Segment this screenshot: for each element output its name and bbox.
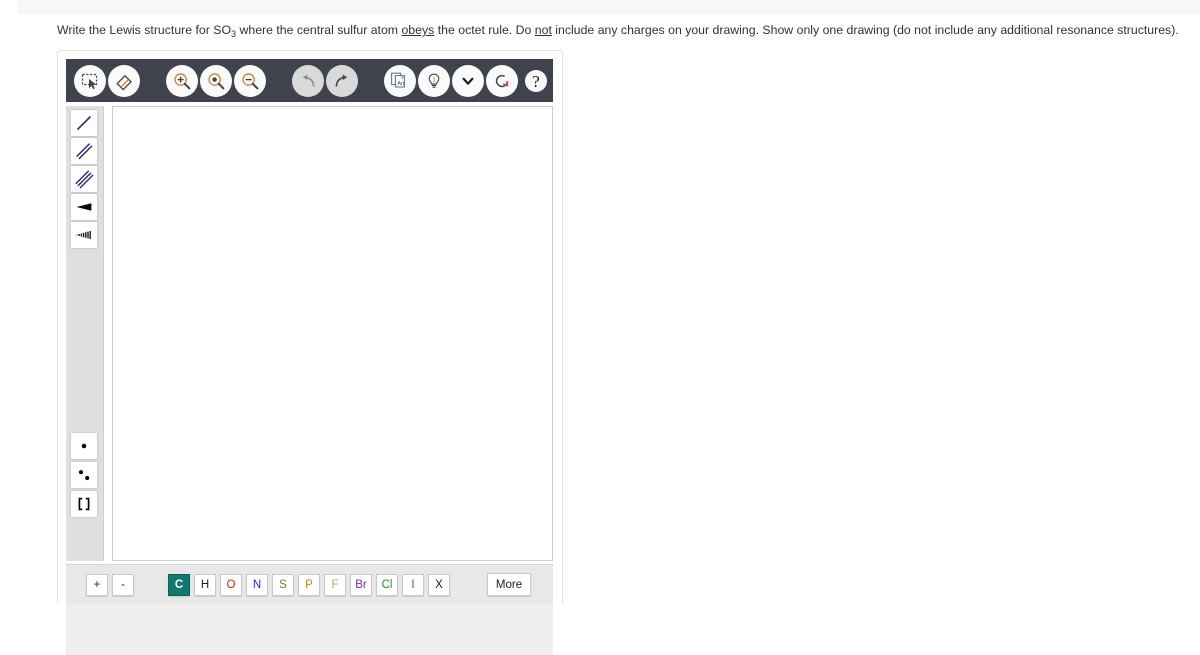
zoom-out-icon [240, 71, 260, 91]
editor-toolbar: An ? [66, 59, 553, 102]
select-lasso-icon [80, 71, 100, 91]
page-top-band [18, 0, 1200, 14]
lone-pair-icon [74, 465, 94, 485]
brackets-tool[interactable] [71, 491, 97, 517]
question-underline-not: not [534, 23, 552, 37]
brackets-icon [74, 494, 94, 514]
question-underline-obeys: obeys [401, 23, 435, 37]
single-bond-icon [74, 113, 94, 133]
question-subscript: 3 [231, 29, 237, 39]
hash-bond-tool[interactable] [71, 222, 97, 248]
undo-icon [298, 71, 318, 91]
double-bond-icon [74, 141, 94, 161]
template-document-icon: An [389, 70, 410, 91]
zoom-in-icon [172, 71, 192, 91]
select-lasso-button[interactable] [74, 64, 107, 97]
element-button-p[interactable]: P [298, 573, 320, 596]
question-text-part4: include any charges on your drawing. Sho… [551, 23, 1179, 37]
help-button[interactable]: ? [520, 65, 552, 97]
question-text-part1: Write the Lewis structure for SO [57, 23, 232, 37]
molecule-drawing-editor: An ? + - C H O N S P F Br Cl I X More [57, 50, 563, 655]
template-document-button[interactable]: An [383, 64, 416, 97]
more-options-button[interactable] [451, 64, 484, 97]
hash-bond-icon [74, 225, 94, 245]
reset-refresh-icon [492, 71, 512, 91]
redo-icon [332, 71, 352, 91]
help-question-icon: ? [524, 69, 548, 93]
chevron-down-icon [458, 71, 478, 91]
hint-lightbulb-button[interactable] [417, 64, 450, 97]
zoom-fit-icon [206, 71, 226, 91]
element-button-o[interactable]: O [220, 573, 242, 596]
triple-bond-icon [74, 169, 94, 189]
wedge-bond-icon [74, 197, 94, 217]
reset-button[interactable] [485, 64, 518, 97]
element-button-s[interactable]: S [272, 573, 294, 596]
lone-pair-tool[interactable] [71, 462, 97, 488]
single-electron-tool[interactable] [71, 433, 97, 459]
lightbulb-icon [424, 71, 444, 91]
tool-palette [66, 106, 104, 561]
element-button-f[interactable]: F [324, 573, 346, 596]
undo-button[interactable] [292, 64, 325, 97]
zoom-out-button[interactable] [234, 64, 267, 97]
element-button-br[interactable]: Br [350, 573, 372, 596]
eraser-icon [114, 71, 134, 91]
element-button-h[interactable]: H [194, 573, 216, 596]
question-text-part2: where the central sulfur atom [236, 23, 402, 37]
element-button-cl[interactable]: Cl [376, 573, 398, 596]
single-electron-icon [74, 436, 94, 456]
triple-bond-tool[interactable] [71, 166, 97, 192]
double-bond-tool[interactable] [71, 138, 97, 164]
editor-footer-area [66, 604, 553, 655]
single-bond-tool[interactable] [71, 110, 97, 136]
element-button-n[interactable]: N [246, 573, 268, 596]
element-button-i[interactable]: I [402, 573, 424, 596]
editor-workspace [66, 106, 553, 561]
more-elements-button[interactable]: More [487, 573, 531, 596]
more-elements-group: More [487, 573, 535, 596]
svg-text:?: ? [532, 72, 540, 91]
question-prompt: Write the Lewis structure for SO3 where … [57, 22, 1187, 39]
drawing-canvas[interactable] [112, 106, 553, 561]
charge-button-group: + - [86, 573, 138, 596]
increase-charge-button[interactable]: + [86, 573, 108, 596]
element-button-c[interactable]: C [168, 573, 190, 596]
element-button-group: C H O N S P F Br Cl I X [168, 573, 454, 596]
decrease-charge-button[interactable]: - [112, 573, 134, 596]
element-button-x[interactable]: X [428, 573, 450, 596]
wedge-bond-tool[interactable] [71, 194, 97, 220]
svg-text:An: An [398, 81, 405, 87]
zoom-fit-button[interactable] [200, 64, 233, 97]
redo-button[interactable] [326, 64, 359, 97]
eraser-button[interactable] [108, 64, 141, 97]
element-toolbar: + - C H O N S P F Br Cl I X More [66, 564, 553, 604]
question-text-part3: the octet rule. Do [434, 23, 535, 37]
zoom-in-button[interactable] [166, 64, 199, 97]
